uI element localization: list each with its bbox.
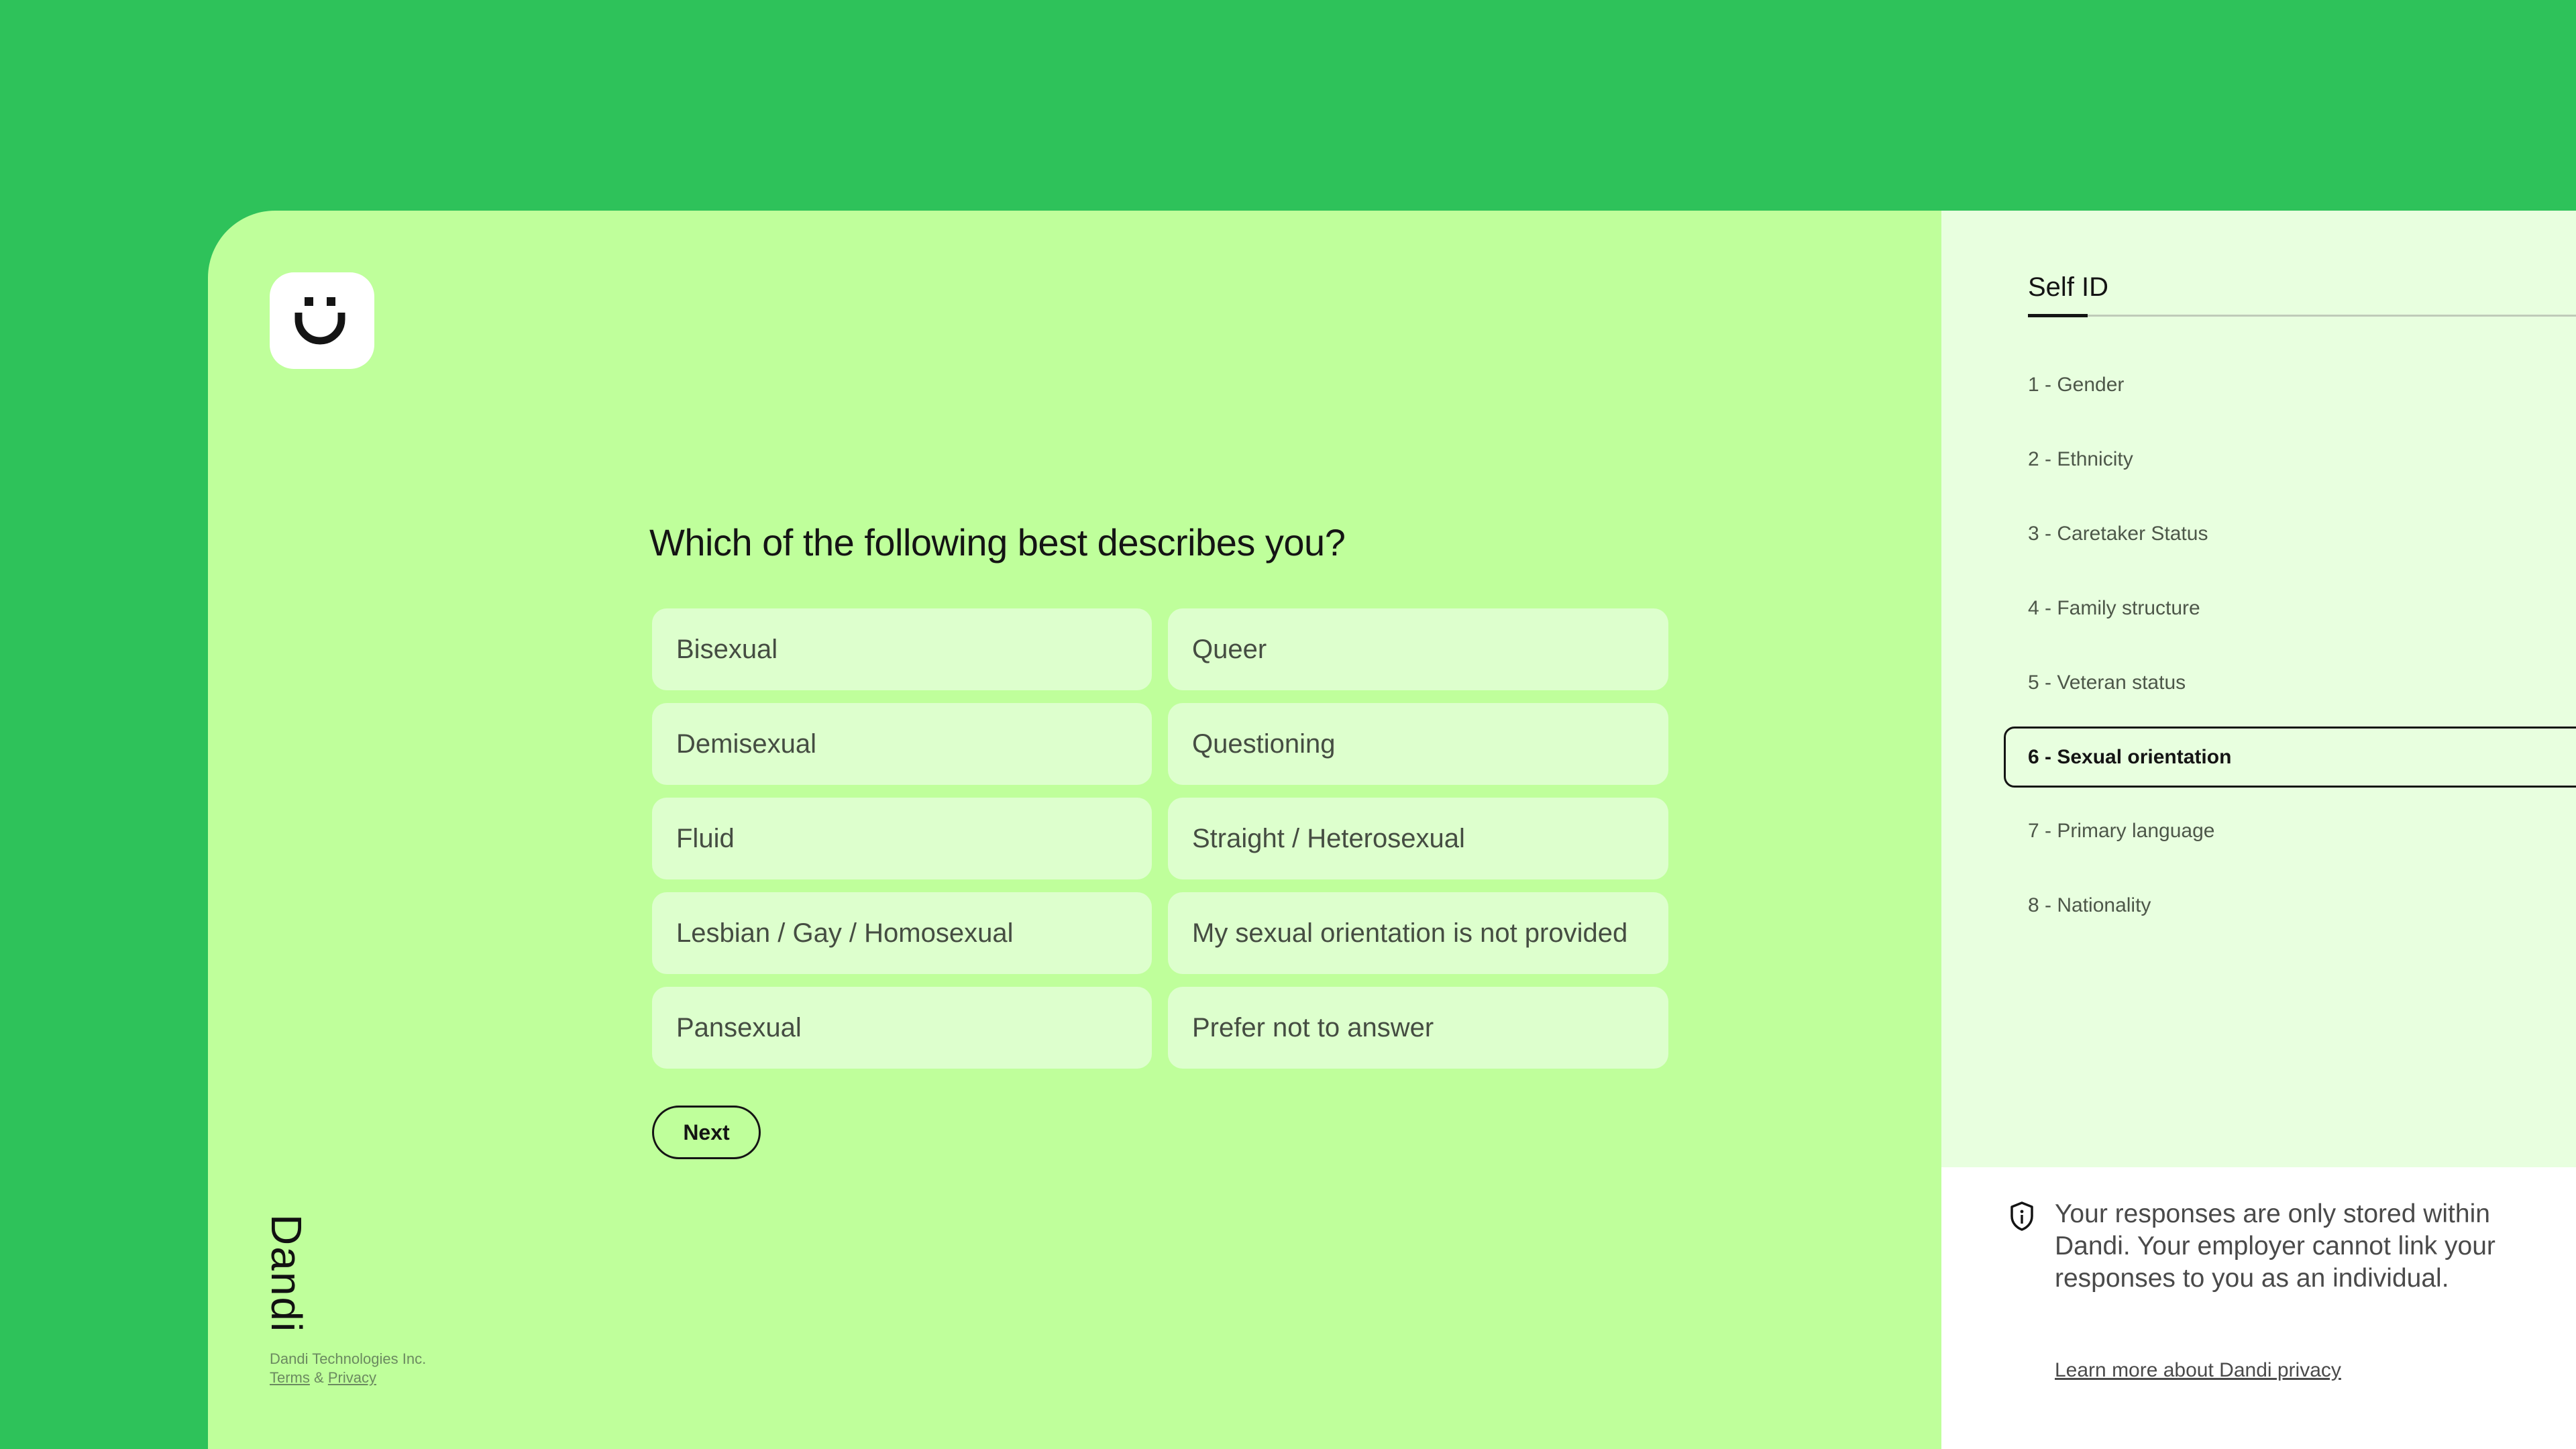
option-straight[interactable]: Straight / Heterosexual	[1168, 798, 1668, 879]
option-demisexual[interactable]: Demisexual	[652, 703, 1152, 785]
main-panel: Which of the following best describes yo…	[208, 211, 1941, 1449]
learn-more-privacy-link[interactable]: Learn more about Dandi privacy	[2055, 1359, 2341, 1382]
sidebar-divider	[2028, 315, 2576, 317]
ampersand: &	[314, 1369, 324, 1386]
smiley-face-icon	[294, 297, 345, 345]
option-queer[interactable]: Queer	[1168, 608, 1668, 690]
option-bisexual[interactable]: Bisexual	[652, 608, 1152, 690]
step-ethnicity[interactable]: 2 - Ethnicity	[2028, 448, 2133, 471]
option-not-provided[interactable]: My sexual orientation is not provided	[1168, 892, 1668, 974]
privacy-link[interactable]: Privacy	[328, 1369, 376, 1386]
progress-sidebar: Self ID 1 - Gender 2 - Ethnicity 3 - Car…	[1941, 211, 2576, 1167]
option-pansexual[interactable]: Pansexual	[652, 987, 1152, 1069]
dandi-wordmark: Dandi	[262, 1214, 311, 1334]
dandi-logo	[270, 272, 374, 369]
terms-link[interactable]: Terms	[270, 1369, 310, 1386]
legal-links: Terms & Privacy	[270, 1368, 426, 1387]
page: Which of the following best describes yo…	[0, 0, 2576, 1449]
step-veteran-status[interactable]: 5 - Veteran status	[2028, 672, 2186, 694]
wordmark-text: Dandi	[262, 1214, 311, 1334]
step-family-structure[interactable]: 4 - Family structure	[2028, 597, 2200, 620]
step-caretaker-status[interactable]: 3 - Caretaker Status	[2028, 523, 2208, 545]
option-prefer-not-to-answer[interactable]: Prefer not to answer	[1168, 987, 1668, 1069]
privacy-message: Your responses are only stored within Da…	[2055, 1199, 2496, 1293]
next-button[interactable]: Next	[652, 1106, 761, 1159]
step-primary-language[interactable]: 7 - Primary language	[2028, 820, 2214, 843]
step-nationality[interactable]: 8 - Nationality	[2028, 894, 2151, 917]
answer-options: Bisexual Queer Demisexual Questioning Fl…	[652, 608, 1668, 1069]
sidebar-divider-indicator	[2028, 314, 2088, 317]
option-fluid[interactable]: Fluid	[652, 798, 1152, 879]
step-gender[interactable]: 1 - Gender	[2028, 374, 2124, 396]
question-title: Which of the following best describes yo…	[649, 521, 1346, 564]
shield-info-icon	[2010, 1201, 2033, 1231]
privacy-notice: Your responses are only stored within Da…	[1941, 1167, 2576, 1449]
step-sexual-orientation[interactable]: 6 - Sexual orientation	[2004, 727, 2576, 788]
company-name: Dandi Technologies Inc.	[270, 1350, 427, 1367]
sidebar-title: Self ID	[2028, 272, 2109, 302]
option-questioning[interactable]: Questioning	[1168, 703, 1668, 785]
footer: Dandi Technologies Inc. Terms & Privacy	[270, 1350, 426, 1387]
option-lesbian-gay[interactable]: Lesbian / Gay / Homosexual	[652, 892, 1152, 974]
